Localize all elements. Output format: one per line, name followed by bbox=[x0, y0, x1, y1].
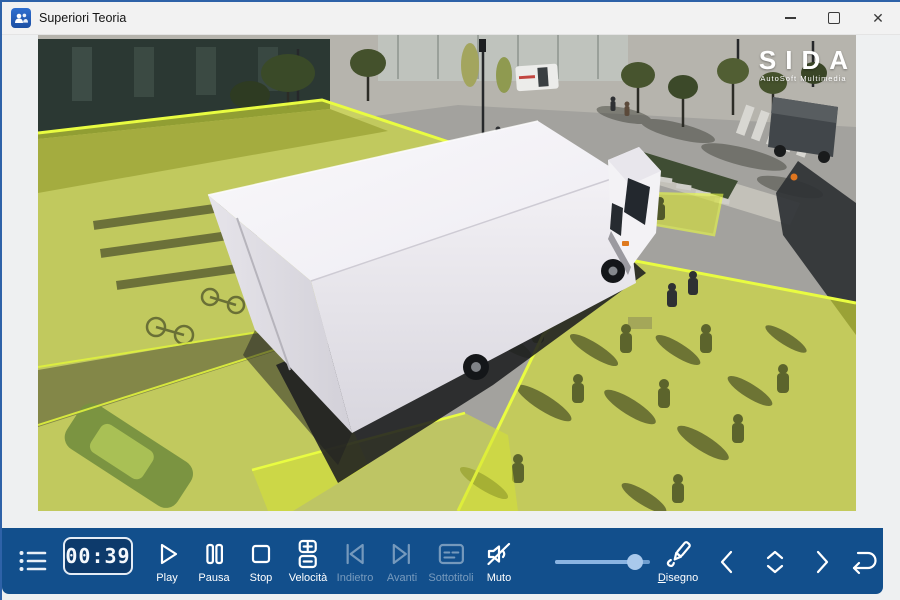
return-arrow-icon bbox=[846, 528, 880, 594]
volume-slider-fill bbox=[555, 560, 635, 564]
nav-left-button[interactable] bbox=[714, 528, 740, 594]
previous-icon bbox=[340, 534, 370, 574]
nav-right-button[interactable] bbox=[809, 528, 835, 594]
play-button[interactable]: Play bbox=[152, 528, 182, 594]
close-button[interactable]: ✕ bbox=[856, 2, 900, 34]
next-button[interactable]: Avanti bbox=[387, 528, 417, 594]
mute-button[interactable]: Muto bbox=[484, 528, 514, 594]
mute-icon bbox=[484, 534, 514, 574]
volume-slider-thumb[interactable] bbox=[627, 554, 643, 570]
maximize-icon bbox=[828, 12, 840, 24]
list-menu-button[interactable] bbox=[16, 544, 50, 583]
draw-button[interactable]: Disegno bbox=[658, 528, 698, 594]
users-app-icon bbox=[11, 8, 31, 28]
timer-value: 00:39 bbox=[65, 544, 130, 568]
minimize-icon bbox=[785, 17, 796, 19]
chevron-left-icon bbox=[714, 528, 740, 594]
app-window: Superiori Teoria ✕ bbox=[0, 0, 900, 600]
video-area[interactable]: SIDA AutoSoft Multimedia bbox=[38, 35, 856, 511]
draw-pen-icon bbox=[663, 534, 693, 574]
title-bar: Superiori Teoria ✕ bbox=[2, 2, 900, 35]
window-controls: ✕ bbox=[768, 2, 900, 34]
maximize-button[interactable] bbox=[812, 2, 856, 34]
previous-button[interactable]: Indietro bbox=[337, 528, 374, 594]
minimize-button[interactable] bbox=[768, 2, 812, 34]
white-van bbox=[515, 63, 559, 91]
nav-updown-button[interactable] bbox=[760, 528, 790, 594]
volume-slider[interactable] bbox=[555, 554, 650, 570]
list-menu-icon bbox=[16, 544, 50, 578]
chevron-right-icon bbox=[809, 528, 835, 594]
subtitles-button[interactable]: Sottotitoli bbox=[428, 528, 473, 594]
window-title: Superiori Teoria bbox=[39, 11, 126, 25]
chevron-vertical-icon bbox=[760, 528, 790, 594]
close-icon: ✕ bbox=[872, 11, 884, 25]
speed-button[interactable]: Velocità bbox=[289, 528, 328, 594]
timer-display: 00:39 bbox=[63, 537, 133, 575]
subtitles-icon bbox=[436, 534, 466, 574]
stop-button[interactable]: Stop bbox=[246, 528, 276, 594]
video-scene bbox=[38, 35, 856, 511]
next-icon bbox=[387, 534, 417, 574]
return-button[interactable] bbox=[846, 528, 880, 594]
speed-icon bbox=[293, 534, 323, 574]
stop-icon bbox=[246, 534, 276, 574]
pause-icon bbox=[199, 534, 229, 574]
play-icon bbox=[152, 534, 182, 574]
pause-button[interactable]: Pausa bbox=[198, 528, 229, 594]
playback-toolbar: 00:39 Play Pausa Stop bbox=[2, 528, 883, 594]
